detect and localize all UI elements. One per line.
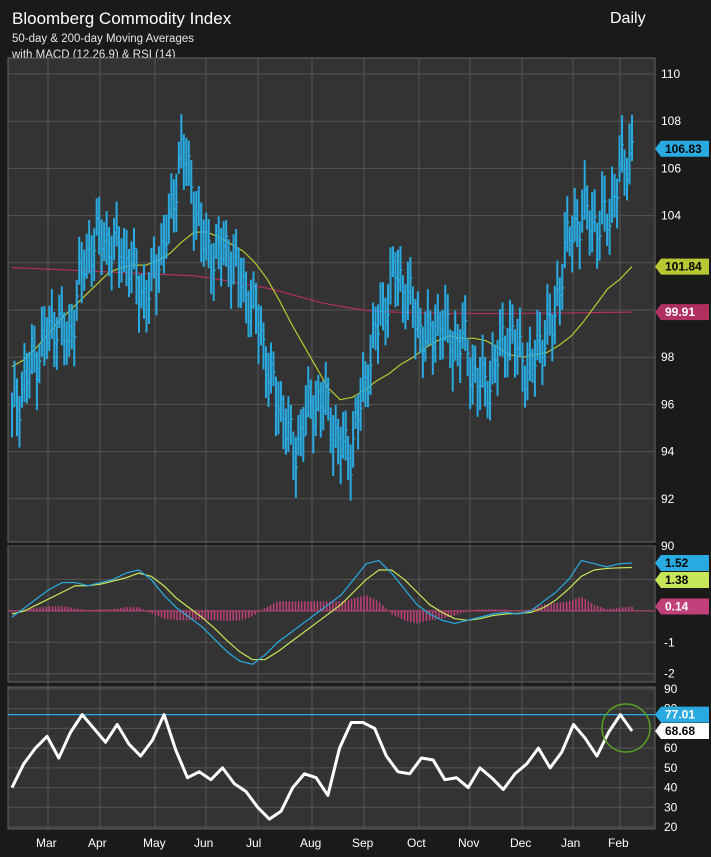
ma200-last-tag: 99.91 (665, 305, 695, 319)
price-tick-108: 108 (661, 114, 681, 128)
price-tick-106: 106 (661, 161, 681, 175)
price-tick-104: 104 (661, 209, 681, 223)
rsi-tick-60: 60 (664, 741, 678, 755)
rsi-tick-50: 50 (664, 761, 678, 775)
ma50-last-tag: 101.84 (665, 260, 702, 274)
rsi-tick-30: 30 (664, 800, 678, 814)
month-label-Sep: Sep (352, 836, 374, 850)
chart-canvas: Mar Apr May Jun Jul Aug Sep Oct Nov Dec Jan Feb 90 92… (7, 57, 709, 850)
price-tick-98: 98 (661, 350, 675, 364)
panel-1 (7, 545, 656, 683)
macd-tick--1: -1 (664, 635, 675, 649)
month-label-Nov: Nov (458, 836, 479, 850)
month-label-May: May (143, 836, 166, 850)
hist-last-tag: 0.14 (665, 599, 689, 613)
month-label-Apr: Apr (88, 836, 107, 850)
price-tick-92: 92 (661, 492, 675, 506)
price-tick-96: 96 (661, 397, 675, 411)
rsi-tick-90: 90 (664, 682, 678, 696)
month-label-Jul: Jul (246, 836, 261, 850)
month-label-Mar: Mar (36, 836, 57, 850)
macd-tick--2: -2 (664, 667, 675, 681)
rsi-tick-20: 20 (664, 820, 678, 834)
month-label-Aug: Aug (300, 836, 321, 850)
price-tick-90: 90 (661, 539, 675, 553)
rsi-tick-40: 40 (664, 781, 678, 795)
month-label-Jan: Jan (561, 836, 580, 850)
price-tick-110: 110 (661, 67, 680, 81)
month-label-Dec: Dec (510, 836, 531, 850)
month-label-Oct: Oct (407, 836, 426, 850)
month-label-Feb: Feb (608, 836, 629, 850)
rsi-reference-tag: 77.01 (665, 708, 695, 722)
signal-last-tag: 1.38 (665, 573, 689, 587)
price-tick-94: 94 (661, 445, 675, 459)
month-label-Jun: Jun (194, 836, 213, 850)
price-last-tag: 106.83 (665, 142, 702, 156)
rsi-last-tag: 68.68 (665, 724, 695, 738)
macd-last-tag: 1.52 (665, 556, 689, 570)
